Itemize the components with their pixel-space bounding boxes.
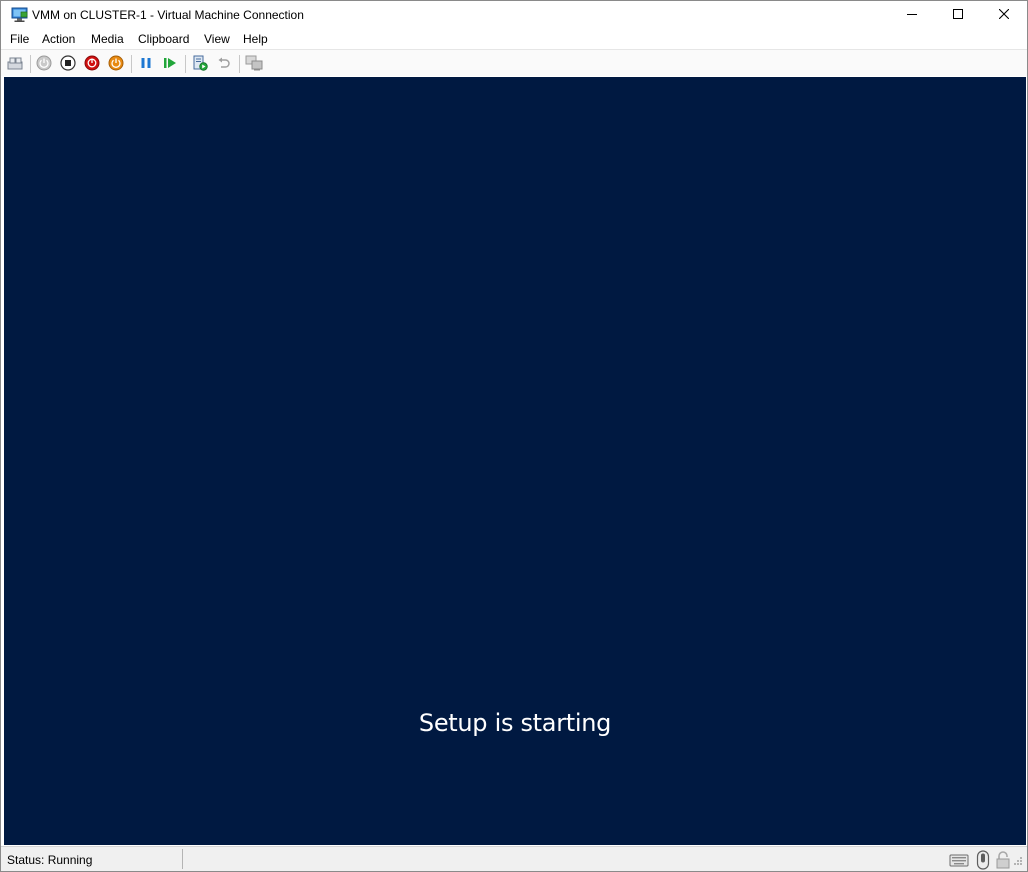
pause-icon: [139, 56, 153, 73]
status-bar: Status: Running: [1, 846, 1027, 871]
checkpoint-button[interactable]: [191, 55, 209, 73]
turn-off-icon: [60, 54, 76, 74]
save-button[interactable]: [107, 55, 125, 73]
minimize-button[interactable]: [889, 1, 935, 29]
revert-icon: [217, 56, 231, 73]
setup-status-message: Setup is starting: [418, 709, 612, 737]
pause-button[interactable]: [137, 55, 155, 73]
mouse-icon: [973, 850, 993, 870]
menu-bar: File Action Media Clipboard View Help: [1, 30, 1027, 49]
menu-media[interactable]: Media: [91, 32, 124, 46]
monitor-icon: [11, 7, 28, 23]
toolbar-separator: [30, 55, 31, 73]
menu-view[interactable]: View: [204, 32, 230, 46]
status-separator: [182, 849, 183, 869]
maximize-button[interactable]: [935, 1, 981, 29]
toolbar-separator: [239, 55, 240, 73]
shut-down-icon: [84, 55, 100, 74]
save-icon: [108, 55, 124, 74]
menu-action[interactable]: Action: [42, 32, 75, 46]
ctrl-alt-del-icon: [7, 56, 23, 73]
menu-clipboard[interactable]: Clipboard: [138, 32, 189, 46]
start-icon: [36, 55, 52, 74]
turn-off-button[interactable]: [59, 54, 77, 74]
vm-connection-window: VMM on CLUSTER-1 - Virtual Machine Conne…: [0, 0, 1028, 872]
vm-display[interactable]: Setup is starting: [4, 77, 1026, 845]
title-bar[interactable]: VMM on CLUSTER-1 - Virtual Machine Conne…: [1, 1, 1027, 30]
resize-grip-icon[interactable]: [1009, 850, 1025, 870]
toolbar-separator: [185, 55, 186, 73]
minimize-icon: [907, 8, 917, 22]
reset-icon: [162, 56, 178, 73]
status-text: Status: Running: [7, 853, 93, 867]
toolbar-separator: [131, 55, 132, 73]
enhanced-session-icon: [245, 55, 263, 74]
toolbar: [1, 49, 1027, 76]
ctrl-alt-del-button[interactable]: [6, 55, 24, 73]
checkpoint-icon: [192, 55, 208, 74]
close-button[interactable]: [981, 1, 1027, 29]
shut-down-button[interactable]: [83, 55, 101, 73]
menu-file[interactable]: File: [10, 32, 29, 46]
revert-button[interactable]: [215, 55, 233, 73]
close-icon: [998, 8, 1010, 22]
keyboard-icon: [949, 850, 969, 870]
reset-button[interactable]: [161, 55, 179, 73]
start-button[interactable]: [35, 55, 53, 73]
window-title: VMM on CLUSTER-1 - Virtual Machine Conne…: [32, 8, 304, 22]
menu-help[interactable]: Help: [243, 32, 268, 46]
enhanced-session-button[interactable]: [245, 55, 263, 73]
maximize-icon: [953, 8, 963, 22]
